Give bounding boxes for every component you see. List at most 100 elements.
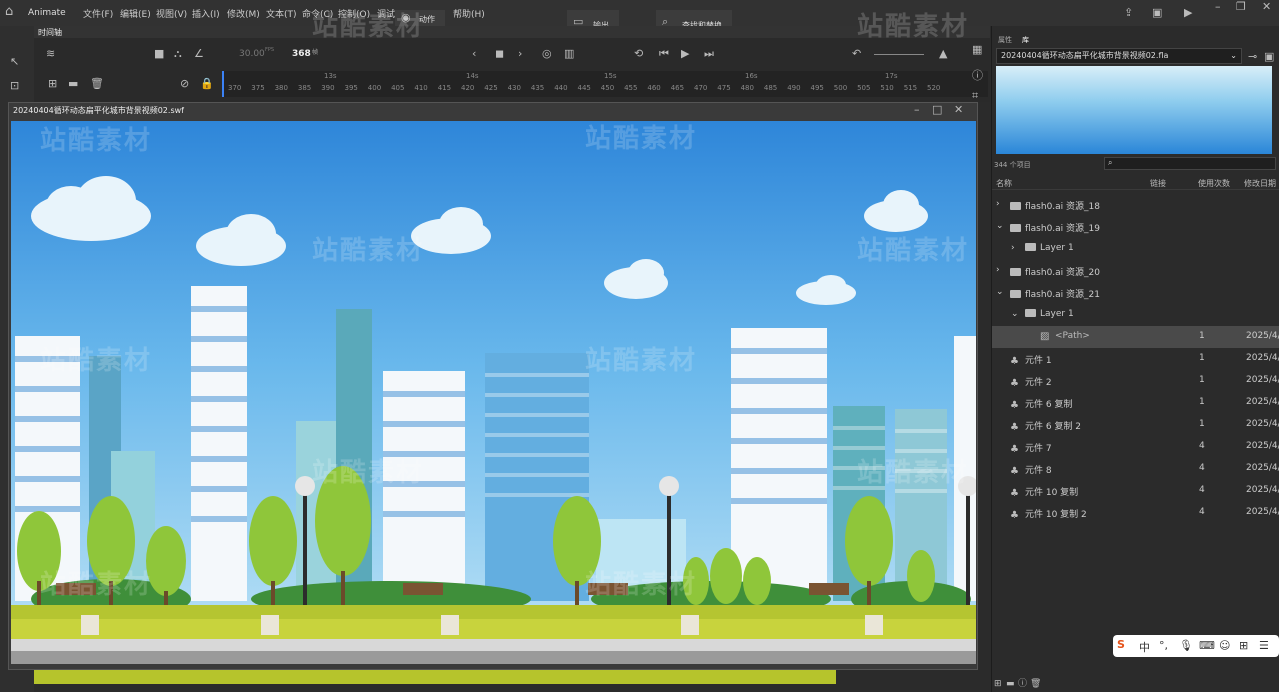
library-item[interactable]: ♣ 元件 6 复制 2 1 2025/4/1 <box>992 414 1279 436</box>
chevron-right-icon[interactable]: › <box>996 199 1000 209</box>
col-name[interactable]: 名称 <box>996 178 1012 189</box>
fps-value[interactable]: 30.00 <box>239 49 265 59</box>
window-maximize-icon[interactable]: □ <box>932 104 942 116</box>
zoom-slider[interactable] <box>874 54 924 55</box>
folder-icon[interactable]: ▬ <box>68 78 78 90</box>
menu-file[interactable]: 文件(F) <box>83 7 113 20</box>
transform-tool-icon[interactable]: ⊡ <box>10 80 19 92</box>
minimize-icon[interactable]: – <box>1215 1 1221 13</box>
mountain-icon[interactable]: ▲ <box>939 48 947 60</box>
window-close-icon[interactable]: ✕ <box>954 104 963 116</box>
frame-tick: 400 <box>367 84 382 92</box>
library-search-input[interactable]: ⌕ <box>1104 157 1276 170</box>
edit-multiple-icon[interactable]: ▥ <box>564 48 574 60</box>
first-frame-icon[interactable]: ⏮ <box>659 48 669 60</box>
ime-emoji[interactable]: ☺ <box>1219 639 1230 652</box>
current-frame[interactable]: 368 <box>292 49 311 59</box>
library-item[interactable]: ▨ <Path> 1 2025/4/2 <box>992 326 1279 348</box>
loop-icon[interactable]: ⟲ <box>634 48 643 60</box>
col-uses[interactable]: 使用次数 <box>1198 178 1230 189</box>
apps-icon[interactable]: ⊞ <box>1239 639 1248 652</box>
new-folder-icon[interactable]: ▬ <box>1006 678 1015 690</box>
library-item[interactable]: ♣ 元件 6 复制 1 2025/4/1 <box>992 392 1279 414</box>
last-frame-icon[interactable]: ⏭ <box>704 48 714 60</box>
camera-icon[interactable]: ■ <box>154 48 164 60</box>
new-symbol-icon[interactable]: ⊞ <box>994 678 1002 690</box>
window-minimize-icon[interactable]: – <box>914 104 920 116</box>
ime-lang[interactable]: 中 <box>1139 639 1150 655</box>
share-icon[interactable]: ⇪ <box>1124 7 1133 19</box>
menu-modify[interactable]: 修改(M) <box>227 7 260 20</box>
tab-timeline[interactable]: 时间轴 <box>38 27 62 38</box>
library-item[interactable]: › flash0.ai 资源_20 <box>992 260 1279 282</box>
menu-icon[interactable]: ☰ <box>1259 639 1269 652</box>
library-item-uses: 4 <box>1199 507 1205 517</box>
library-item[interactable]: › Layer 1 <box>992 238 1279 260</box>
library-item[interactable]: › flash0.ai 资源_18 <box>992 194 1279 216</box>
close-icon[interactable]: ✕ <box>1262 1 1271 13</box>
keyboard-icon[interactable]: ⌨ <box>1199 639 1215 652</box>
chevron-down-icon[interactable]: ⌄ <box>1011 309 1019 319</box>
ime-punct[interactable]: °, <box>1159 639 1168 652</box>
info-icon[interactable]: ⓘ <box>972 70 983 82</box>
play-icon[interactable]: ▶ <box>681 48 689 60</box>
library-item[interactable]: ♣ 元件 7 4 2025/4/1 <box>992 436 1279 458</box>
action-panel-tab[interactable]: ◉ 动作 <box>395 10 445 26</box>
library-item[interactable]: ♣ 元件 8 4 2025/4/1 <box>992 458 1279 480</box>
trash-icon[interactable]: 🗑 <box>90 78 104 90</box>
panel-icon[interactable]: ▦ <box>972 44 982 56</box>
home-icon[interactable]: ⌂ <box>5 5 13 18</box>
library-item[interactable]: ♣ 元件 2 1 2025/4/1 <box>992 370 1279 392</box>
hierarchy-icon[interactable]: ⛬ <box>174 48 182 60</box>
pin-icon[interactable]: ⊸ <box>1248 51 1257 63</box>
menu-help[interactable]: 帮助(H) <box>453 7 485 20</box>
add-layer-icon[interactable]: ⊞ <box>48 78 57 90</box>
grid-icon[interactable]: ⌗ <box>972 90 978 102</box>
frame-ruler[interactable]: 13s 14s 15s 16s 17s 370 375 380 385 390 395 40… <box>222 71 988 97</box>
delete-icon[interactable]: 🗑 <box>1030 678 1041 690</box>
layers-icon[interactable]: ≋ <box>46 48 55 60</box>
select-tool-icon[interactable]: ↖ <box>10 56 19 68</box>
restore-icon[interactable]: ❐ <box>1236 1 1246 13</box>
menu-debug[interactable]: 调试 <box>377 7 395 20</box>
col-link[interactable]: 链接 <box>1150 178 1166 189</box>
visibility-icon[interactable]: ⊘ <box>180 78 189 90</box>
library-item[interactable]: ♣ 元件 1 1 2025/4/1 <box>992 348 1279 370</box>
playhead[interactable] <box>222 71 224 97</box>
layout-icon[interactable]: ▣ <box>1152 7 1162 19</box>
new-library-icon[interactable]: ▣ <box>1264 51 1274 63</box>
chevron-down-icon[interactable]: ⌄ <box>996 287 1004 297</box>
library-item[interactable]: ⌄ flash0.ai 资源_19 <box>992 216 1279 238</box>
library-item[interactable]: ♣ 元件 10 复制 4 2025/4/1 <box>992 480 1279 502</box>
next-icon[interactable]: › <box>518 48 522 60</box>
properties-icon[interactable]: ⓘ <box>1018 678 1027 690</box>
graph-icon[interactable]: ∠ <box>194 48 204 60</box>
undo-icon[interactable]: ↶ <box>852 48 861 60</box>
library-file-select[interactable]: 20240404循环动态扁平化城市背景视频02.fla ⌄ <box>996 48 1242 64</box>
tab-library[interactable]: 库 <box>1022 35 1029 45</box>
library-item[interactable]: ⌄ flash0.ai 资源_21 <box>992 282 1279 304</box>
grass-strip <box>11 605 976 619</box>
onion-skin-icon[interactable]: ◎ <box>542 48 552 60</box>
menu-edit[interactable]: 编辑(E) <box>120 7 151 20</box>
chevron-right-icon[interactable]: › <box>1011 243 1015 253</box>
col-modified[interactable]: 修改日期 <box>1244 178 1276 189</box>
tab-properties[interactable]: 属性 <box>998 35 1012 45</box>
play-test-icon[interactable]: ▶ <box>1184 7 1192 19</box>
prev-icon[interactable]: ‹ <box>472 48 476 60</box>
stop-icon[interactable]: ◼ <box>495 48 504 60</box>
library-item[interactable]: ⌄ Layer 1 <box>992 304 1279 326</box>
menu-insert[interactable]: 插入(I) <box>192 7 220 20</box>
library-item[interactable]: ♣ 元件 10 复制 2 4 2025/4/1 <box>992 502 1279 524</box>
menu-view[interactable]: 视图(V) <box>156 7 187 20</box>
lock-icon[interactable]: 🔒 <box>200 78 214 90</box>
library-item-uses: 1 <box>1199 375 1205 385</box>
menu-control[interactable]: 控制(O) <box>338 7 370 20</box>
search-icon: ⌕ <box>1108 158 1113 167</box>
chevron-down-icon[interactable]: ⌄ <box>996 221 1004 231</box>
menu-command[interactable]: 命令(C) <box>302 7 333 20</box>
chevron-right-icon[interactable]: › <box>996 265 1000 275</box>
menu-text[interactable]: 文本(T) <box>266 7 297 20</box>
microphone-icon[interactable]: 🎙 <box>1179 639 1193 652</box>
ime-logo-icon[interactable]: S <box>1117 638 1125 651</box>
